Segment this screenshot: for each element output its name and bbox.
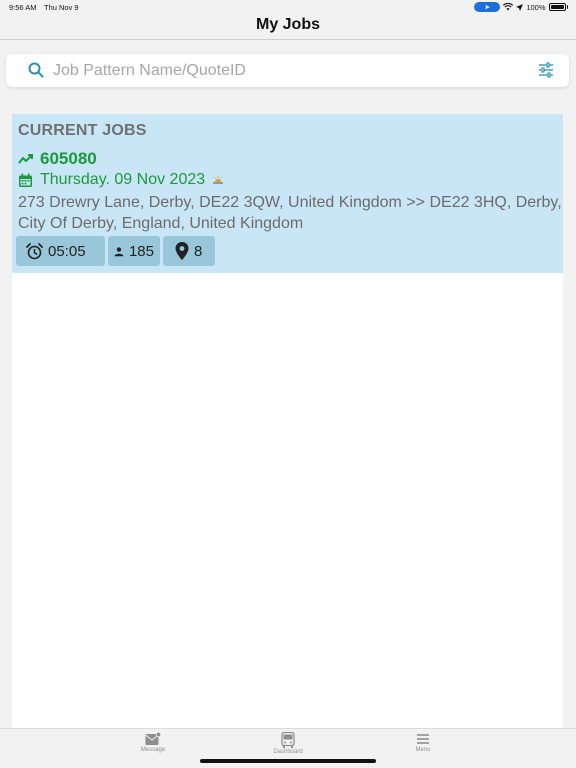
job-date: Thursday. 09 Nov 2023	[40, 171, 206, 188]
filter-sliders-icon[interactable]	[537, 60, 555, 80]
nav-divider	[0, 39, 576, 40]
search-input[interactable]	[53, 58, 523, 84]
job-date-row: Thursday. 09 Nov 2023	[18, 171, 224, 189]
job-time: 05:05	[48, 242, 86, 260]
status-icons: ➤ 100%	[474, 2, 568, 12]
location-pill-icon: ➤	[474, 2, 501, 12]
job-passengers-badge[interactable]: 185	[108, 236, 160, 266]
status-bar: 9:56 AM Thu Nov 9 ➤ 100%	[0, 0, 576, 14]
sunrise-icon	[213, 176, 224, 184]
battery-percent: 100%	[526, 2, 546, 12]
wifi-icon	[503, 3, 514, 11]
job-stops-badge[interactable]: 8	[163, 236, 215, 266]
search-icon	[28, 62, 44, 78]
battery-icon	[548, 3, 566, 11]
page-title: My Jobs	[255, 16, 320, 33]
tab-message-label: Message	[140, 747, 166, 753]
trend-up-icon	[18, 154, 33, 164]
alarm-clock-icon	[26, 242, 43, 259]
job-address: 273 Drewry Lane, Derby, DE22 3QW, United…	[18, 194, 562, 232]
job-stops: 8	[194, 242, 203, 260]
section-title: CURRENT JOBS	[18, 122, 147, 139]
home-indicator	[200, 759, 376, 763]
job-id: 605080	[40, 149, 97, 168]
job-card[interactable]: CURRENT JOBS 605080 Thursday. 09 Nov 202…	[12, 114, 563, 273]
bus-icon	[281, 732, 295, 748]
search-bar	[6, 54, 569, 87]
status-time: 9:56 AM	[9, 3, 37, 12]
status-date: Thu Nov 9	[44, 3, 79, 12]
person-icon	[114, 246, 124, 256]
menu-icon	[417, 734, 429, 744]
calendar-icon	[19, 173, 32, 187]
location-arrow-icon	[516, 3, 524, 11]
job-passengers: 185	[128, 242, 154, 260]
tab-dashboard[interactable]: Dashboard	[258, 732, 318, 755]
tab-menu[interactable]: Menu	[393, 732, 453, 753]
location-pin-icon	[175, 242, 189, 260]
job-id-row: 605080	[18, 149, 97, 169]
jobs-list: CURRENT JOBS 605080 Thursday. 09 Nov 202…	[12, 114, 563, 728]
tab-message[interactable]: Message	[123, 732, 183, 753]
message-icon	[145, 732, 161, 745]
tab-menu-label: Menu	[415, 747, 431, 753]
battery-tip	[566, 5, 568, 9]
tab-dashboard-label: Dashboard	[273, 749, 303, 755]
job-badges: 05:05 185 8	[16, 236, 215, 266]
job-time-badge[interactable]: 05:05	[16, 236, 105, 266]
